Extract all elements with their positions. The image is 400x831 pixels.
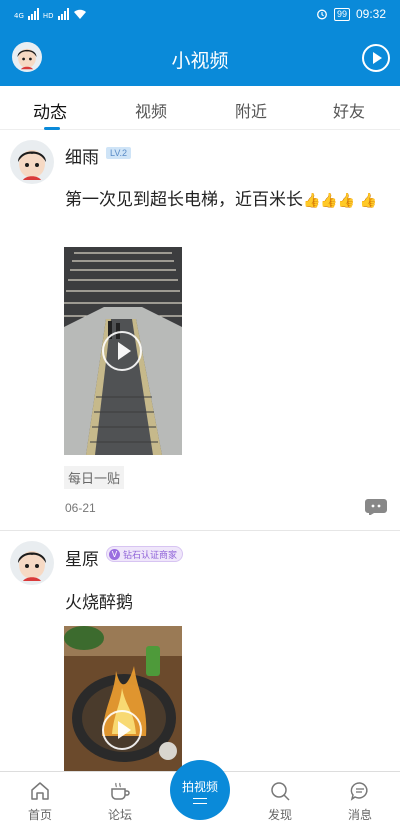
clock: 09:32: [355, 7, 386, 21]
nav-forum-label: 论坛: [107, 808, 132, 822]
nav-home[interactable]: 首页: [10, 780, 70, 823]
avatar-icon: [10, 140, 54, 184]
post-text-content: 第一次见到超长电梯，近百米长: [65, 190, 303, 210]
battery-icon: 99: [333, 7, 350, 21]
coffee-cup-icon: [111, 782, 130, 800]
post-text: 第一次见到超长电梯，近百米长👍👍👍 👍: [65, 187, 385, 214]
nav-messages-label: 消息: [347, 808, 372, 822]
play-circle-icon[interactable]: [362, 44, 390, 72]
post-date: 06-21: [65, 501, 96, 515]
active-tab-indicator: [44, 127, 60, 130]
signal-indicators: 4G HD: [14, 8, 87, 20]
page-title: 小视频: [171, 50, 229, 72]
post-username[interactable]: 细雨: [65, 143, 99, 168]
tab-video[interactable]: 视频: [135, 98, 167, 122]
nav-forum[interactable]: 论坛: [90, 780, 150, 823]
thumbs-up-icons: 👍👍👍 👍: [303, 193, 378, 209]
app-header: 小视频: [0, 30, 400, 86]
shoot-video-label: 拍视频: [181, 780, 218, 794]
verified-merchant-label: 钻石认证商家: [123, 550, 178, 561]
nav-discover[interactable]: 发现: [250, 780, 310, 823]
menu-lines-icon: [193, 798, 207, 804]
verified-merchant-badge: V 钻石认证商家: [106, 546, 184, 562]
tab-bar: 动态 视频 附近 好友: [0, 86, 400, 130]
post-author-avatar[interactable]: [10, 541, 54, 585]
avatar-icon: [10, 541, 54, 585]
message-bubble-icon: [350, 782, 368, 801]
tab-nearby[interactable]: 附近: [235, 98, 267, 122]
nav-messages[interactable]: 消息: [330, 780, 390, 823]
post-topic-tag[interactable]: 每日一贴: [64, 466, 125, 489]
alarm-icon: [317, 9, 327, 20]
network-type-right: HD: [42, 12, 54, 20]
status-bar: 4G HD 99 09:32: [0, 0, 400, 30]
nav-discover-label: 发现: [267, 808, 292, 822]
level-badge: LV.2: [106, 147, 132, 159]
tab-friends[interactable]: 好友: [333, 98, 365, 122]
video-play-icon[interactable]: [102, 710, 142, 750]
shoot-video-button[interactable]: 拍视频: [170, 760, 230, 820]
network-type-left: 4G: [14, 12, 24, 20]
post-username[interactable]: 星原: [65, 545, 99, 570]
post-video-thumbnail[interactable]: [64, 247, 182, 455]
home-icon: [31, 782, 49, 800]
post-author-avatar[interactable]: [10, 140, 54, 184]
nav-home-label: 首页: [27, 808, 52, 822]
signal-icon: [27, 8, 39, 20]
post-divider: [0, 530, 400, 531]
video-play-icon[interactable]: [102, 331, 142, 371]
post-text: 火烧醉鹅: [65, 593, 133, 613]
wifi-icon: [73, 9, 86, 19]
post-video-thumbnail[interactable]: [64, 626, 182, 771]
search-icon: [271, 782, 290, 801]
signal-icon-2: [57, 8, 69, 20]
verified-icon: V: [109, 548, 120, 560]
comment-icon[interactable]: [365, 499, 387, 516]
tab-dynamic[interactable]: 动态: [33, 98, 67, 123]
